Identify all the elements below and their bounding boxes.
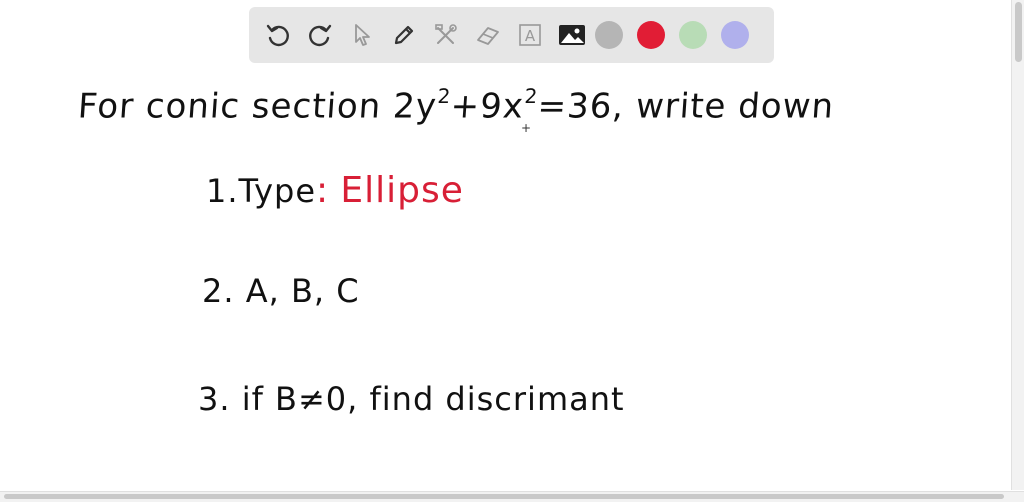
color-swatch-green[interactable] xyxy=(679,21,707,49)
pen-icon xyxy=(394,25,414,45)
tools-button[interactable] xyxy=(427,15,465,55)
item-type: 1.Type: Ellipse xyxy=(206,170,464,211)
item-coefficients: 2. A, B, C xyxy=(202,272,360,310)
redo-icon xyxy=(309,24,332,47)
redo-button[interactable] xyxy=(301,15,339,55)
item-discriminant: 3. if B≠0, find discrimant xyxy=(198,380,625,418)
undo-button[interactable] xyxy=(259,15,297,55)
vertical-scrollbar[interactable] xyxy=(1011,0,1024,490)
text-tool-button[interactable]: A xyxy=(511,15,549,55)
text-icon: A xyxy=(519,24,541,46)
select-pointer-icon xyxy=(355,24,370,46)
eraser-button[interactable] xyxy=(469,15,507,55)
vertical-scrollbar-thumb[interactable] xyxy=(1015,2,1022,62)
eraser-icon xyxy=(477,27,499,45)
svg-text:A: A xyxy=(525,27,536,45)
answer-ellipse: Ellipse xyxy=(340,170,464,211)
image-tool-button[interactable] xyxy=(553,15,591,55)
crosshair-cursor: + xyxy=(521,121,532,135)
tools-icon xyxy=(435,24,457,44)
color-swatch-red[interactable] xyxy=(637,21,665,49)
color-swatch-lavender[interactable] xyxy=(721,21,749,49)
image-icon xyxy=(559,25,585,45)
undo-icon xyxy=(266,24,289,47)
horizontal-scrollbar[interactable] xyxy=(0,491,1024,502)
select-tool-button[interactable] xyxy=(343,15,381,55)
color-swatch-gray[interactable] xyxy=(595,21,623,49)
whiteboard-canvas[interactable] xyxy=(0,70,1012,490)
problem-statement: For conic section 2y2+9x2=36, write down xyxy=(76,84,836,127)
pen-tool-button[interactable] xyxy=(385,15,423,55)
drawing-toolbar: A xyxy=(249,7,774,63)
horizontal-scrollbar-thumb[interactable] xyxy=(4,494,1004,499)
